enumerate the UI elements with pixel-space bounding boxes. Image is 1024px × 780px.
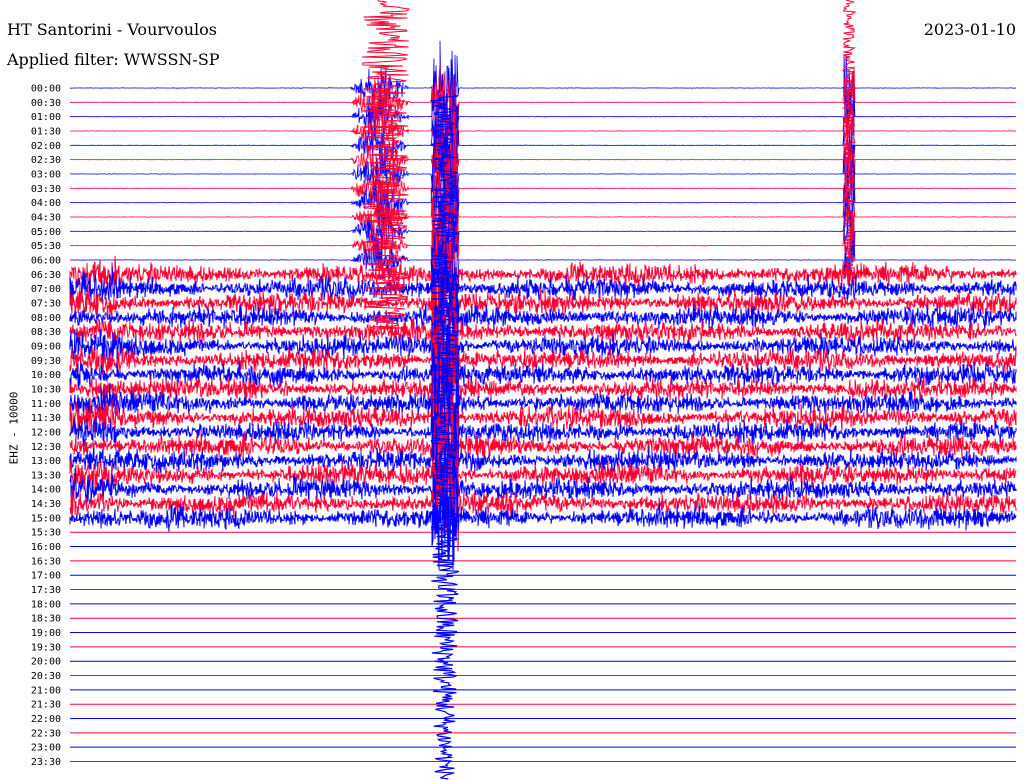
y-tick-label: 05:30	[31, 241, 61, 252]
trace-line	[70, 135, 1016, 210]
y-tick-label: 10:30	[31, 384, 61, 395]
y-tick-label: 19:00	[31, 628, 61, 639]
trace-line	[70, 192, 1016, 296]
y-tick-label: 08:00	[31, 313, 61, 324]
trace-line	[70, 149, 1017, 227]
y-tick-label: 22:30	[31, 728, 61, 739]
y-tick-label: 01:00	[31, 112, 61, 123]
y-tick-label: 02:00	[31, 141, 61, 152]
trace-line	[69, 63, 1017, 153]
trace-line	[69, 78, 1017, 184]
y-tick-label: 20:30	[31, 671, 61, 682]
y-tick-label: 09:30	[31, 356, 61, 367]
seismogram-plot: 00:00 00:30 01:00 01:30 02:00 02:30 03:00 03:30…	[31, 0, 1017, 780]
y-tick-label: 21:30	[31, 700, 61, 711]
y-tick-label: 08:30	[31, 327, 61, 338]
y-tick-label: 13:00	[31, 456, 61, 467]
y-tick-label: 18:00	[31, 599, 61, 610]
y-tick-label: 19:30	[31, 642, 61, 653]
y-tick-label: 14:00	[31, 485, 61, 496]
y-tick-label: 01:30	[31, 126, 61, 137]
y-tick-label: 09:00	[31, 341, 61, 352]
y-tick-label: 13:30	[31, 470, 61, 481]
y-tick-label: 18:30	[31, 614, 61, 625]
y-tick-label: 04:00	[31, 198, 61, 209]
y-tick-label: 10:00	[31, 370, 61, 381]
y-tick-label: 16:30	[31, 556, 61, 567]
y-tick-label: 07:00	[31, 284, 61, 295]
y-tick-label: 15:00	[31, 513, 61, 524]
y-tick-label: 02:30	[31, 155, 61, 166]
trace-line	[69, 241, 1017, 320]
trace-line	[69, 162, 1017, 236]
y-tick-label: 17:00	[31, 571, 61, 582]
y-tick-label: 00:30	[31, 98, 61, 109]
y-tick-label: 14:30	[31, 499, 61, 510]
trace-line	[69, 40, 1017, 123]
y-tick-label: 03:00	[31, 169, 61, 180]
y-tick-label: 06:30	[31, 270, 61, 281]
trace-line	[70, 182, 1017, 261]
y-tick-label: 12:30	[31, 442, 61, 453]
y-tick-label: 20:00	[31, 657, 61, 668]
y-tick-label: 22:00	[31, 714, 61, 725]
y-tick-label: 11:30	[31, 413, 61, 424]
y-tick-label: 15:30	[31, 528, 61, 539]
y-tick-label: 04:30	[31, 212, 61, 223]
y-tick-label: 00:00	[31, 84, 61, 95]
y-tick-label: 21:00	[31, 685, 61, 696]
trace-line	[69, 93, 1017, 185]
y-tick-label: 23:30	[31, 757, 61, 768]
y-tick-label: 11:00	[31, 399, 61, 410]
seismogram-view: HT Santorini - Vourvoulos Applied filter…	[0, 0, 1024, 780]
y-tick-label: 06:00	[31, 255, 61, 266]
trace-line	[70, 76, 1017, 169]
y-tick-label: 17:30	[31, 585, 61, 596]
y-tick-label: 07:30	[31, 298, 61, 309]
y-tick-label: 05:00	[31, 227, 61, 238]
trace-line	[69, 216, 1016, 309]
y-tick-label: 23:00	[31, 743, 61, 754]
y-tick-label: 16:00	[31, 542, 61, 553]
trace-line	[69, 179, 1016, 260]
y-tick-label: 03:30	[31, 184, 61, 195]
trace-line	[70, 107, 1017, 198]
y-tick-label: 12:00	[31, 427, 61, 438]
